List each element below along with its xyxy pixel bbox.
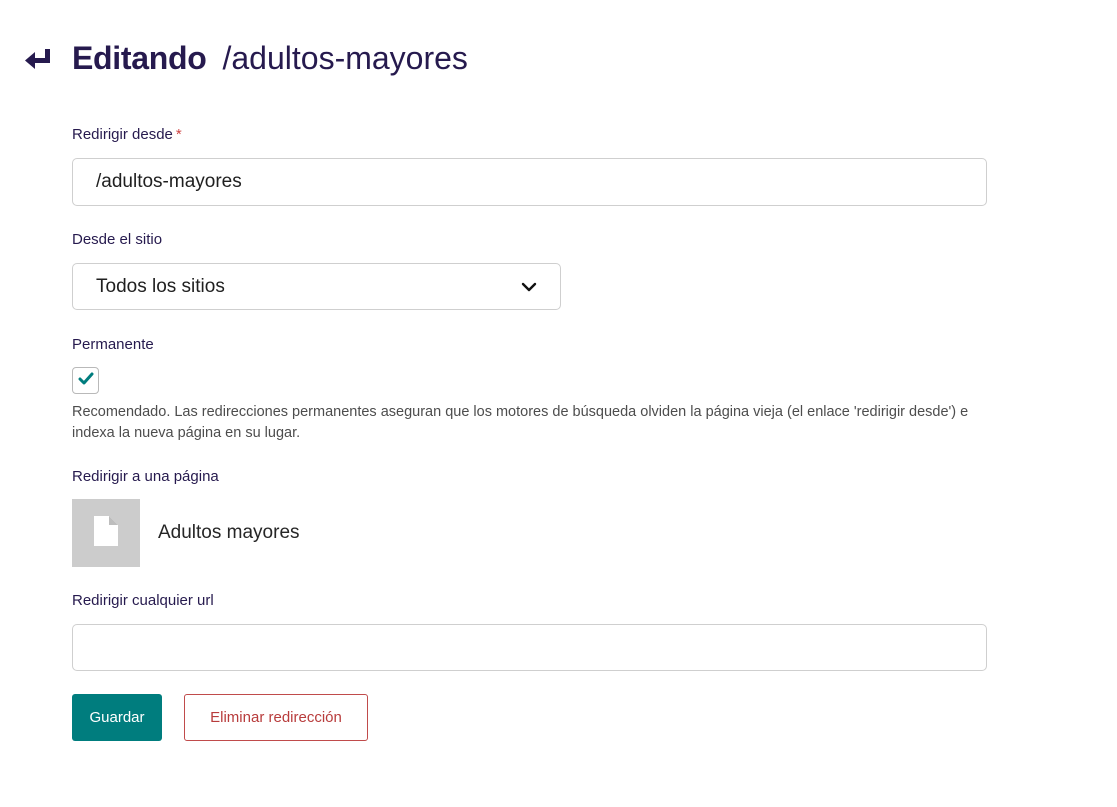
permanent-label: Permanente [72, 336, 154, 353]
selected-page-title: Adultos mayores [158, 522, 300, 543]
redirect-page-label: Redirigir a una página [72, 468, 219, 485]
site-select-value: Todos los sitios [96, 275, 225, 297]
required-marker: * [175, 126, 182, 143]
page-subtitle: /adultos-mayores [222, 39, 468, 76]
redirect-link-label: Redirigir cualquier url [72, 592, 214, 609]
chevron-down-icon [521, 282, 537, 292]
redirect-from-input[interactable] [72, 158, 987, 206]
page-thumbnail [72, 499, 140, 567]
site-select[interactable]: Todos los sitios [72, 263, 561, 310]
site-label: Desde el sitio [72, 231, 163, 248]
page-chooser[interactable]: Adultos mayores [72, 499, 300, 567]
redirect-from-label-text: Redirigir desde [72, 126, 173, 143]
document-icon [94, 515, 118, 551]
check-icon [78, 372, 94, 390]
redirect-return-icon [24, 46, 54, 70]
redirect-from-label: Redirigir desde * [72, 126, 182, 143]
save-button[interactable]: Guardar [72, 694, 162, 741]
permanent-checkbox[interactable] [72, 367, 99, 394]
permanent-help-text: Recomendado. Las redirecciones permanent… [72, 404, 969, 441]
page-header: Editando /adultos-mayores [24, 36, 468, 80]
page-title: Editando [72, 39, 207, 76]
delete-redirect-button[interactable]: Eliminar redirección [184, 694, 368, 741]
redirect-link-input[interactable] [72, 624, 987, 671]
